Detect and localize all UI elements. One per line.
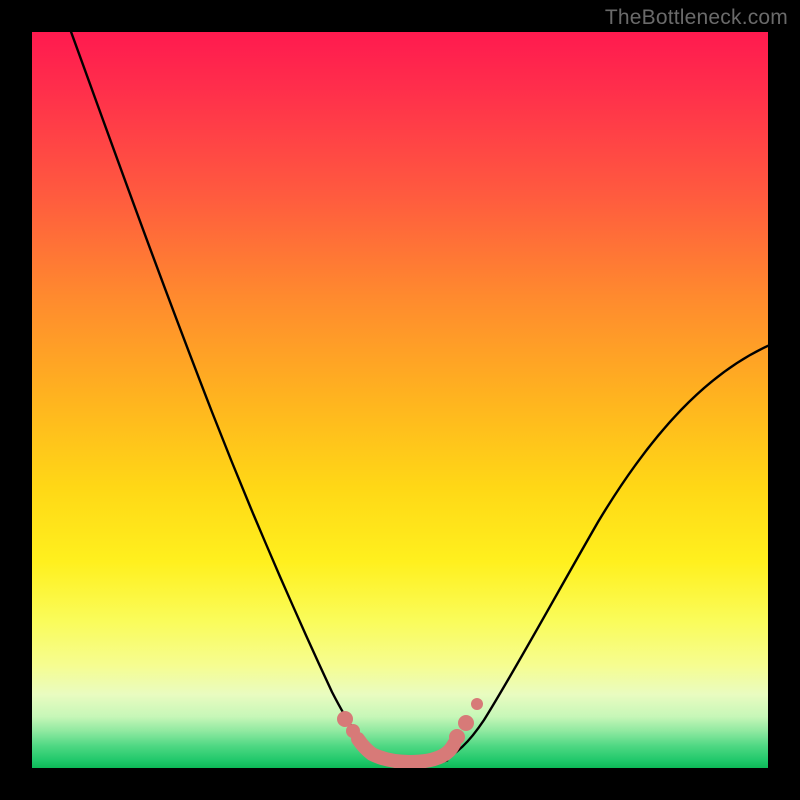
marker-dot-left-2 bbox=[346, 724, 360, 738]
plot-area bbox=[32, 32, 768, 768]
chart-stage: TheBottleneck.com bbox=[0, 0, 800, 800]
bottleneck-curve-right bbox=[442, 344, 768, 760]
marker-dot-right-2 bbox=[458, 715, 474, 731]
valley-marker-stroke bbox=[358, 739, 454, 762]
curve-layer bbox=[32, 32, 768, 768]
marker-dot-right-1 bbox=[449, 729, 465, 745]
bottleneck-curve-left bbox=[66, 32, 394, 762]
watermark-text: TheBottleneck.com bbox=[605, 6, 788, 30]
marker-dot-right-3 bbox=[471, 698, 483, 710]
